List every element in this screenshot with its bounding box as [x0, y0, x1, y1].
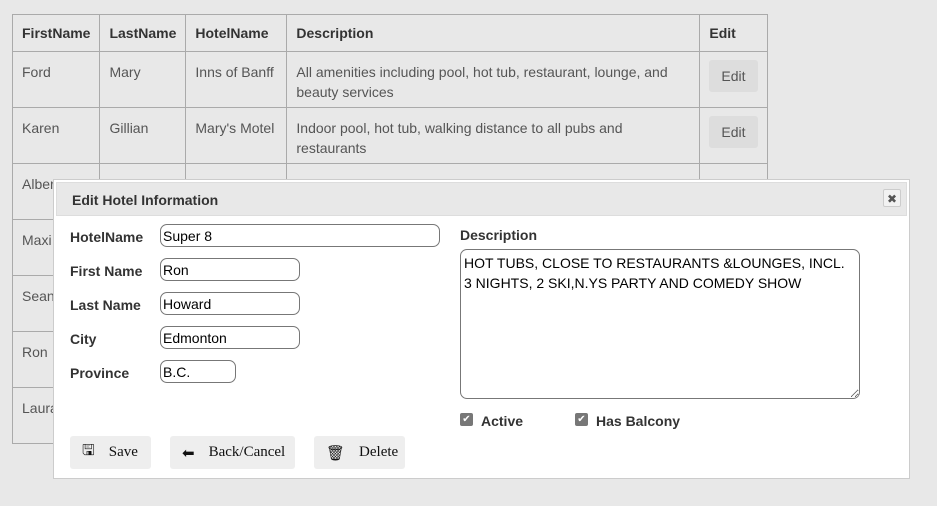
table-row: Ford Mary Inns of Banff All amenities inclu… — [11, 51, 769, 108]
delete-label: Delete — [359, 444, 399, 460]
col-description: Description — [286, 14, 701, 52]
back-label: Back/Cancel — [208, 444, 286, 460]
province-label: Province — [70, 365, 130, 381]
cell-first: Karen — [11, 107, 101, 164]
delete-button[interactable]: 🗑 Delete — [314, 436, 405, 469]
table-row: Karen Gillian Mary's Motel Indoor pool, hot… — [11, 107, 769, 164]
save-icon: 🖫 — [82, 441, 95, 459]
firstname-input[interactable] — [160, 258, 300, 281]
back-cancel-button[interactable]: ⬅ Back/Cancel — [170, 436, 295, 469]
modal-title: Edit Hotel Information — [72, 192, 219, 208]
cell-first: Ford — [11, 51, 101, 108]
city-input[interactable] — [160, 326, 300, 349]
modal-header: Edit Hotel Information ✖ — [56, 182, 907, 216]
cell-edit: Edit — [699, 107, 769, 164]
cell-hotel: Inns of Banff — [185, 51, 288, 108]
trash-icon: 🗑 — [326, 443, 346, 462]
table-header: FirstName LastName HotelName Description… — [11, 14, 769, 52]
cell-last: Mary — [99, 51, 187, 108]
province-input[interactable] — [160, 360, 236, 383]
balcony-label: Has Balcony — [596, 413, 681, 429]
hotelname-label: HotelName — [70, 229, 144, 245]
cell-last: Gillian — [99, 107, 187, 164]
lastname-input[interactable] — [160, 292, 300, 315]
col-edit: Edit — [699, 14, 769, 52]
arrow-left-icon: ⬅ — [182, 443, 195, 462]
balcony-checkbox[interactable]: ✔ — [575, 413, 588, 426]
cell-desc: All amenities including pool, hot tub, r… — [286, 51, 701, 108]
edit-button[interactable]: Edit — [709, 116, 758, 148]
col-lastname: LastName — [99, 14, 187, 52]
cell-edit: Edit — [699, 51, 769, 108]
description-label: Description — [460, 227, 538, 243]
city-label: City — [70, 331, 97, 347]
col-firstname: FirstName — [11, 14, 101, 52]
cell-desc: Indoor pool, hot tub, walking distance t… — [286, 107, 701, 164]
col-hotelname: HotelName — [185, 14, 288, 52]
active-label: Active — [481, 413, 524, 429]
description-textarea[interactable]: HOT TUBS, CLOSE TO RESTAURANTS &LOUNGES,… — [460, 249, 860, 399]
firstname-label: First Name — [70, 263, 143, 279]
save-button[interactable]: 🖫 Save — [70, 436, 151, 469]
close-icon[interactable]: ✖ — [883, 189, 901, 207]
edit-button[interactable]: Edit — [709, 60, 758, 92]
edit-hotel-modal: Edit Hotel Information ✖ HotelName First… — [53, 179, 910, 479]
active-checkbox[interactable]: ✔ — [460, 413, 473, 426]
save-label: Save — [108, 444, 138, 460]
lastname-label: Last Name — [70, 297, 141, 313]
hotelname-input[interactable] — [160, 224, 440, 247]
cell-hotel: Mary's Motel — [185, 107, 288, 164]
